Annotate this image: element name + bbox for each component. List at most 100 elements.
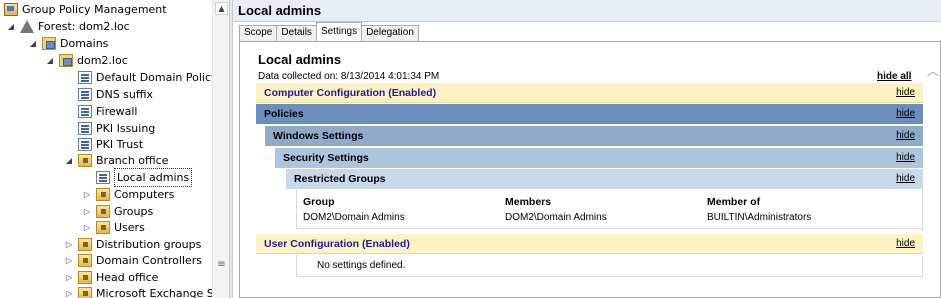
page-title: Local admins: [233, 0, 941, 22]
collapsed-arrow-icon[interactable]: ▷: [64, 269, 74, 286]
tree-item-default-domain-policy[interactable]: Default Domain Policy: [78, 69, 212, 86]
tree-item-pki-issuing[interactable]: PKI Issuing: [78, 120, 155, 137]
tree-item-label: Distribution groups: [96, 238, 202, 251]
ou-folder-icon: [78, 238, 92, 251]
section-label: User Configuration (Enabled): [264, 238, 410, 250]
gpo-link-icon: [78, 105, 92, 118]
ou-folder-icon: [96, 221, 110, 234]
ou-folder-icon: [78, 271, 92, 284]
section-label: Security Settings: [283, 152, 369, 164]
table-divider: [297, 228, 922, 229]
tree-item-group-policy-management[interactable]: Group Policy Management: [4, 1, 167, 18]
settings-report: Local admins Data collected on: 8/13/201…: [239, 41, 941, 298]
tree-item-label: PKI Issuing: [96, 122, 156, 135]
tree-item-pki-trust[interactable]: PKI Trust: [78, 136, 143, 153]
hide-link[interactable]: hide: [896, 104, 915, 124]
section-label: Restricted Groups: [294, 173, 386, 185]
gpo-link-icon: [78, 88, 92, 101]
tab-scope[interactable]: Scope: [239, 25, 278, 41]
tree-item-distribution-groups[interactable]: ▷ Distribution groups: [64, 236, 201, 253]
column-header-members: Members: [505, 196, 552, 208]
section-label: Policies: [264, 108, 304, 120]
tree-item-forest[interactable]: ◢ Forest: dom2.loc: [6, 18, 130, 35]
column-header-member-of: Member of: [707, 196, 761, 208]
section-policies[interactable]: Policies hide: [256, 104, 923, 124]
forest-icon: [20, 20, 34, 33]
tree-item-dns-suffix[interactable]: DNS suffix: [78, 86, 153, 103]
hide-link[interactable]: hide: [896, 148, 915, 168]
restricted-groups-table: Group Members Member of DOM2\Domain Admi…: [296, 190, 923, 230]
tree-item-label: Default Domain Policy: [96, 71, 212, 84]
no-settings-box: No settings defined.: [296, 255, 923, 277]
section-user-configuration[interactable]: User Configuration (Enabled) hide: [256, 234, 923, 254]
tree-item-label: Users: [114, 221, 145, 234]
tree-item-groups[interactable]: ▷ Groups: [82, 203, 153, 220]
ou-folder-icon: [96, 205, 110, 218]
tree-item-firewall[interactable]: Firewall: [78, 103, 137, 120]
hide-all-link[interactable]: hide all: [877, 71, 911, 82]
section-security-settings[interactable]: Security Settings hide: [275, 148, 923, 168]
collapsed-arrow-icon[interactable]: ▷: [82, 219, 92, 236]
collapsed-arrow-icon[interactable]: ▷: [82, 186, 92, 203]
tree-item-label: Computers: [114, 188, 175, 201]
tree-item-label: Microsoft Exchange Sec: [96, 287, 212, 298]
collapsed-arrow-icon[interactable]: ▷: [64, 252, 74, 269]
tree-item-label: Groups: [114, 205, 154, 218]
hide-link[interactable]: hide: [896, 83, 915, 103]
tree-item-label: Head office: [96, 271, 159, 284]
hide-link[interactable]: hide: [896, 169, 915, 189]
collapsed-arrow-icon[interactable]: ▷: [64, 285, 74, 298]
tree-item-domains[interactable]: ◢ Domains: [28, 35, 108, 52]
tree-item-head-office[interactable]: ▷ Head office: [64, 269, 158, 286]
tree-item-label: PKI Trust: [96, 138, 144, 151]
section-label: Windows Settings: [273, 130, 364, 142]
scroll-up-chevron-icon[interactable]: ︿: [927, 62, 939, 79]
tab-bar: Scope Details Settings Delegation: [239, 22, 419, 41]
scroll-up-arrow-icon[interactable]: ▲: [215, 2, 228, 15]
tree-scrollbar[interactable]: ▲ ≡: [212, 0, 229, 298]
scroll-grip-icon[interactable]: ≡: [216, 260, 227, 270]
data-collected-text: Data collected on: 8/13/2014 4:01:34 PM: [258, 71, 440, 82]
cell-members: DOM2\Domain Admins: [505, 212, 607, 223]
ou-folder-icon: [78, 154, 92, 167]
tab-settings[interactable]: Settings: [315, 22, 363, 41]
console-tree: Group Policy Management ◢ Forest: dom2.l…: [0, 0, 212, 298]
tree-item-label: Group Policy Management: [22, 3, 167, 16]
expanded-arrow-icon[interactable]: ◢: [6, 18, 16, 35]
section-restricted-groups[interactable]: Restricted Groups hide: [286, 169, 923, 189]
tree-item-microsoft-exchange[interactable]: ▷ Microsoft Exchange Sec: [64, 285, 212, 298]
collapsed-arrow-icon[interactable]: ▷: [64, 236, 74, 253]
tree-item-label: dom2.loc: [77, 54, 128, 67]
tree-item-label: Branch office: [96, 154, 169, 167]
tree-item-dom2-loc[interactable]: ◢ dom2.loc: [45, 52, 128, 69]
gpo-link-icon: [78, 71, 92, 84]
details-pane: Local admins Scope Details Settings Dele…: [233, 0, 941, 298]
cell-group: DOM2\Domain Admins: [303, 212, 405, 223]
section-windows-settings[interactable]: Windows Settings hide: [265, 126, 923, 146]
tree-item-computers[interactable]: ▷ Computers: [82, 186, 174, 203]
tree-item-label: DNS suffix: [96, 88, 154, 101]
ou-folder-icon: [78, 254, 92, 267]
tree-item-label: Forest: dom2.loc: [38, 20, 130, 33]
report-scrollbar[interactable]: ︿: [924, 42, 940, 297]
expanded-arrow-icon[interactable]: ◢: [45, 52, 55, 69]
tree-item-branch-office[interactable]: ◢ Branch office: [64, 152, 168, 169]
tab-delegation[interactable]: Delegation: [361, 25, 419, 41]
tree-item-users[interactable]: ▷ Users: [82, 219, 145, 236]
tree-item-label: Firewall: [96, 105, 138, 118]
tree-item-local-admins[interactable]: Local admins: [96, 168, 193, 187]
expanded-arrow-icon[interactable]: ◢: [28, 35, 38, 52]
tree-item-label: Domains: [60, 37, 109, 50]
tree-item-label: Domain Controllers: [96, 254, 203, 267]
collapsed-arrow-icon[interactable]: ▷: [82, 203, 92, 220]
gpo-link-icon: [96, 171, 110, 184]
section-computer-configuration[interactable]: Computer Configuration (Enabled) hide: [256, 83, 923, 103]
expanded-arrow-icon[interactable]: ◢: [64, 152, 74, 169]
tab-details[interactable]: Details: [276, 25, 317, 41]
report-title: Local admins: [258, 52, 342, 67]
hide-link[interactable]: hide: [896, 234, 915, 254]
hide-link[interactable]: hide: [896, 126, 915, 146]
tree-item-domain-controllers[interactable]: ▷ Domain Controllers: [64, 252, 202, 269]
column-header-group: Group: [303, 196, 335, 208]
tree-item-label: Local admins: [114, 168, 193, 187]
